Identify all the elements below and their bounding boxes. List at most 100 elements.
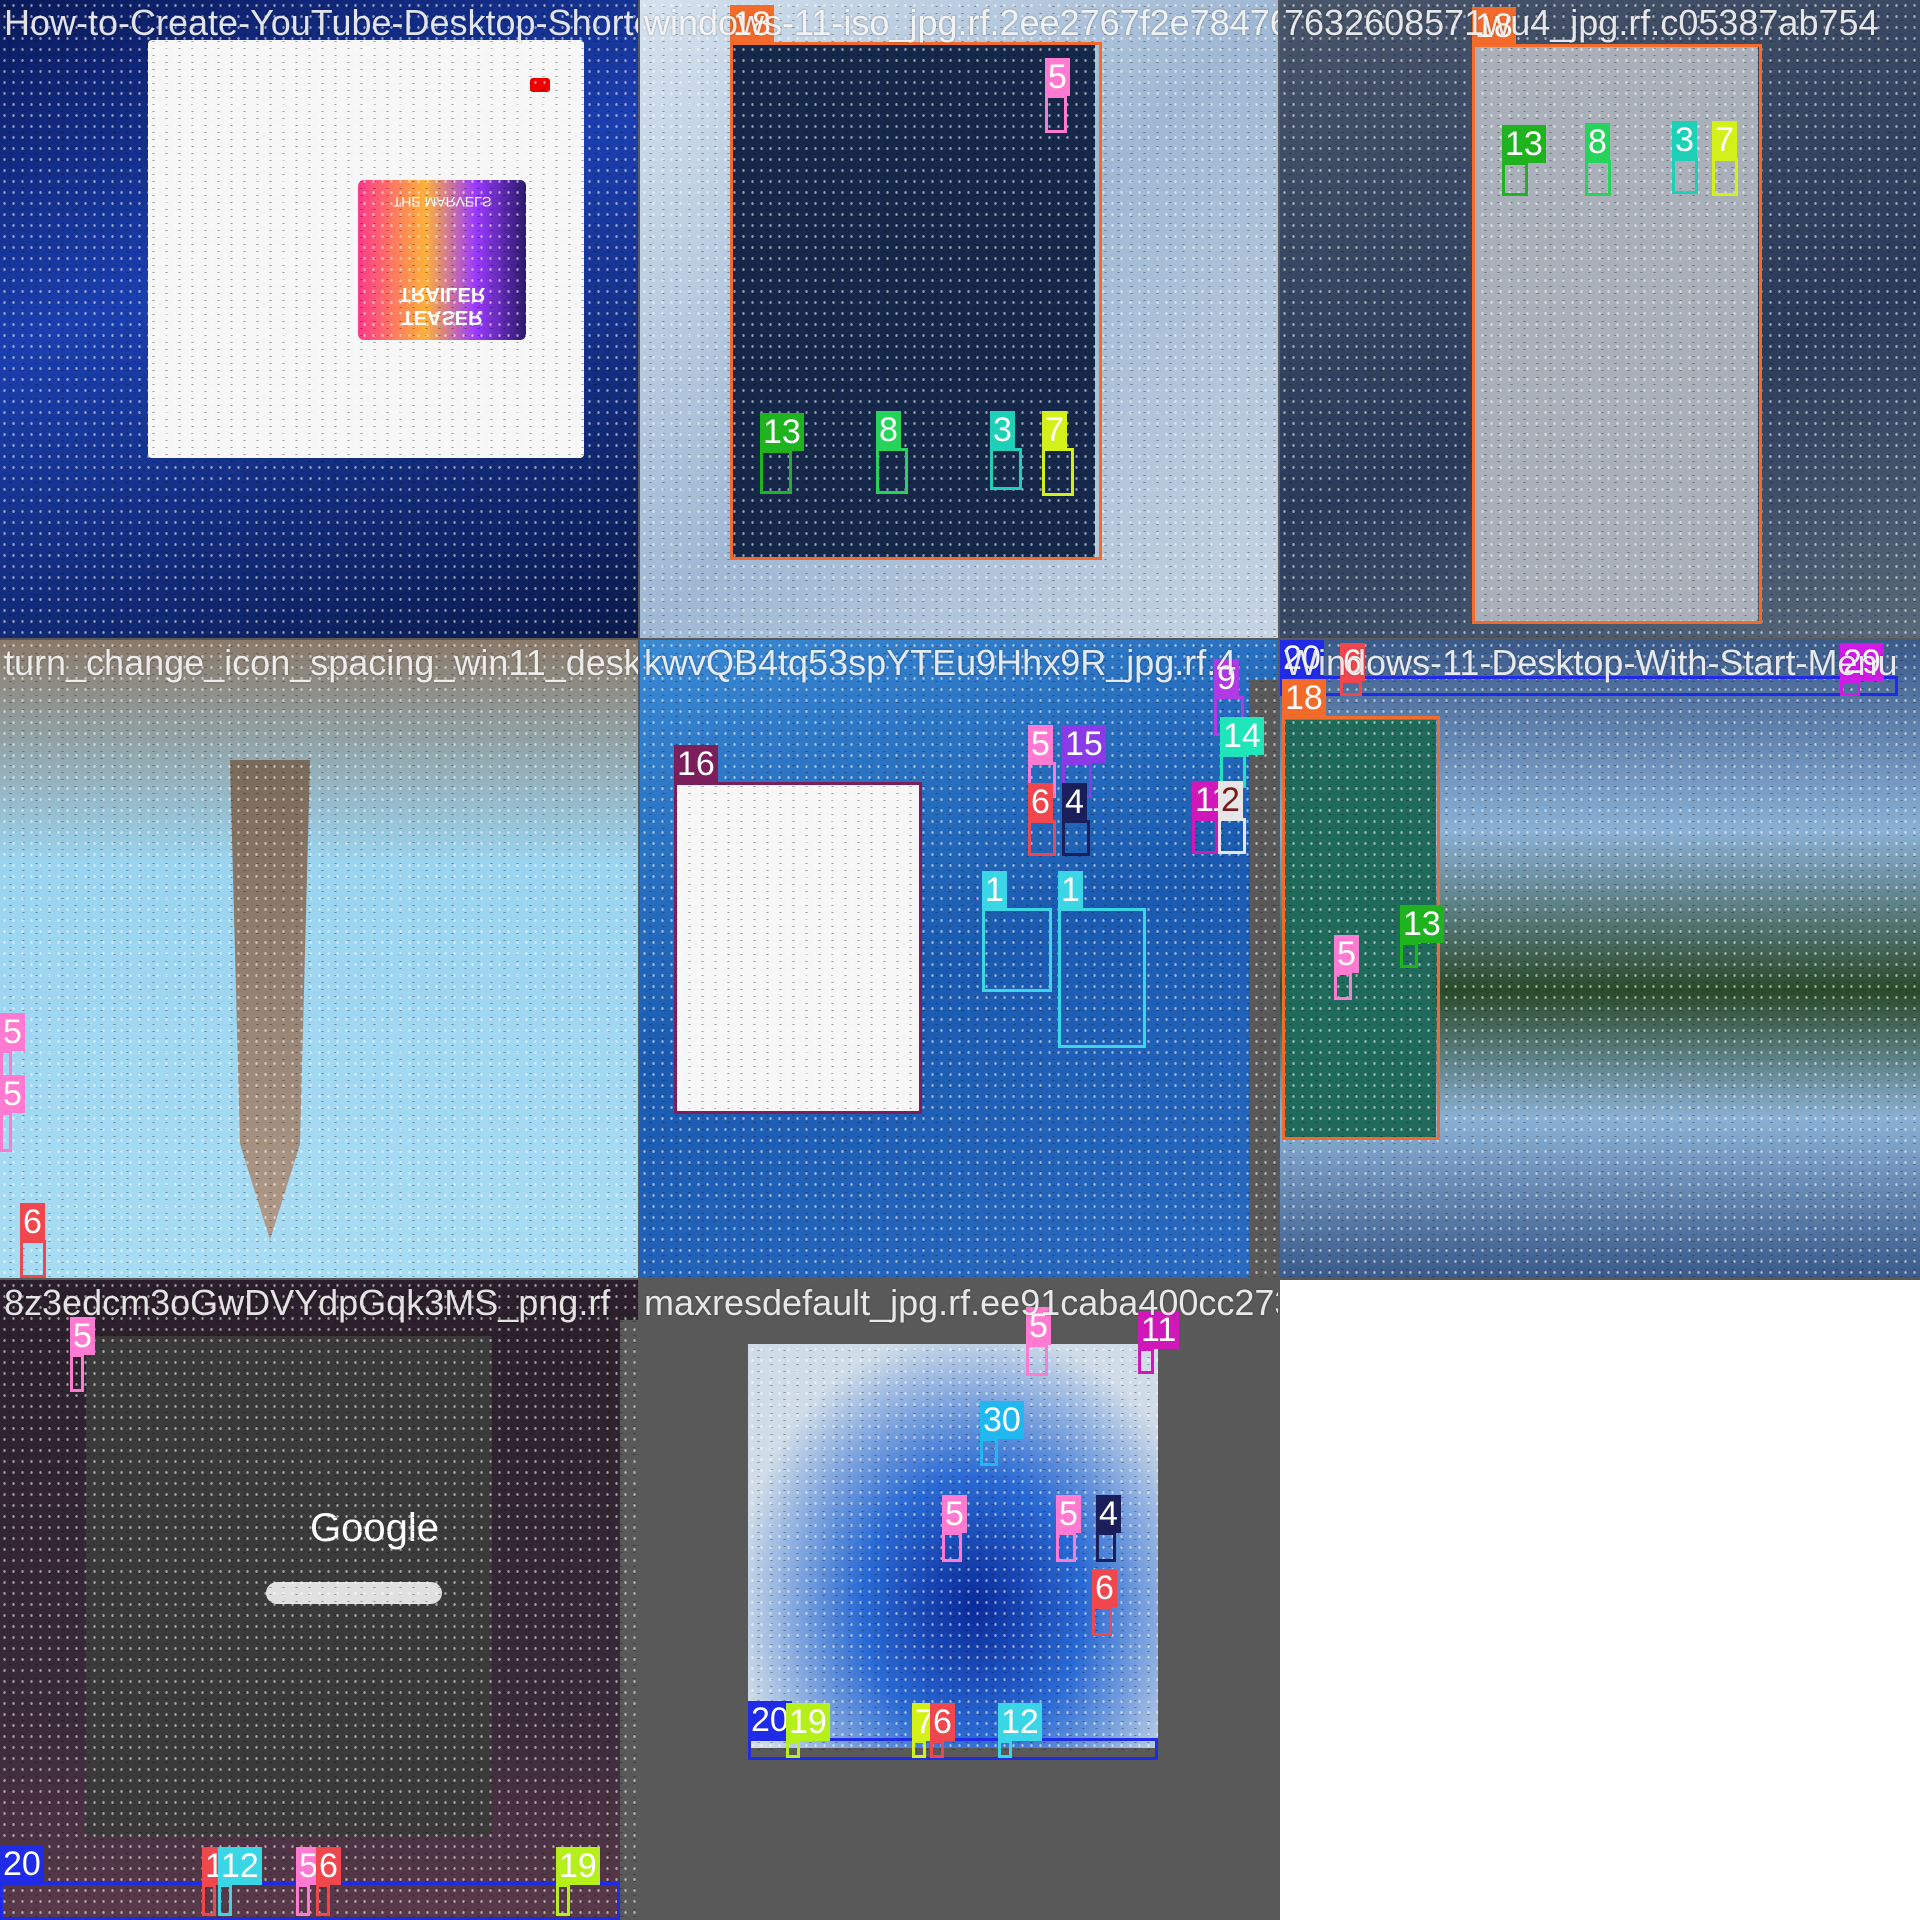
tile-title: turn_change_icon_spacing_win11_desktop [4, 642, 638, 683]
box-5-mid: 5 [942, 1495, 967, 1562]
box-5-right: 5 [1056, 1495, 1081, 1562]
box-3: 3 [1672, 121, 1698, 194]
box-30: 30 [980, 1401, 1024, 1466]
label-3: 3 [1672, 121, 1697, 159]
label-5: 5 [1334, 935, 1359, 973]
box-6: 6 [1092, 1569, 1117, 1636]
youtube-window: THE MARVELS TEASER TRAILER [148, 40, 584, 458]
tile-chrome-dark: 8z3edcm3oGwDVYdpGqk3MS_png.rf Google 5 2… [0, 1280, 638, 1920]
box-11: 11 [1138, 1311, 1180, 1374]
google-logo: Google [310, 1506, 439, 1550]
tile-title: 7632608571wu4_jpg.rf.c05387ab754 [1284, 2, 1879, 43]
label-14: 14 [1220, 717, 1264, 755]
label-5: 5 [942, 1495, 967, 1533]
poster-title: TEASER TRAILER [398, 283, 486, 328]
tile-win11-start-menu: Windows-11-Desktop-With-Start-Menu 20 6 … [1280, 640, 1920, 1278]
box-5-mid: 5 [0, 1075, 25, 1152]
label-15: 15 [1062, 725, 1106, 763]
label-6: 6 [930, 1703, 955, 1741]
tile-title: maxresdefault_jpg.rf.ee91caba400cc273de8 [644, 1282, 1278, 1323]
castle-tower [230, 760, 310, 1240]
box-20: 20 [748, 1701, 1158, 1760]
box-19: 19 [556, 1847, 600, 1916]
label-1: 1 [982, 871, 1007, 909]
label-3: 3 [990, 411, 1015, 449]
label-6: 6 [1092, 1569, 1117, 1607]
box-1a: 1 [982, 871, 1052, 992]
label-5: 5 [0, 1013, 25, 1051]
label-12: 12 [998, 1703, 1042, 1741]
label-18: 18 [1282, 679, 1326, 717]
box-5: 5 [1045, 58, 1070, 133]
box-7: 7 [1712, 121, 1738, 196]
tile-title: windows-11-iso_jpg.rf.2ee2767f2e78476226… [644, 2, 1278, 43]
label-5: 5 [0, 1075, 25, 1113]
tile-win7-desktop: kwvQB4tq53spYTEu9Hhx9R_jpg.rf.4 16 1 1 5… [640, 640, 1278, 1278]
poster-subtitle: THE MARVELS [392, 194, 492, 210]
box-11: 11 [1192, 781, 1234, 854]
box-7: 7 [1042, 411, 1074, 496]
label-13: 13 [1400, 905, 1444, 943]
label-16: 16 [674, 745, 718, 783]
tile-start-menu-light: 7632608571wu4_jpg.rf.c05387ab754 18 13 8… [1280, 0, 1920, 638]
label-4: 4 [1062, 783, 1087, 821]
right-strip [1250, 680, 1278, 1278]
label-4: 4 [1096, 1495, 1121, 1533]
box-1: 1 [202, 1847, 227, 1916]
label-13: 13 [1502, 125, 1546, 163]
label-7: 7 [1042, 411, 1067, 449]
label-5: 5 [1056, 1495, 1081, 1533]
box-20: 20 [0, 1845, 620, 1920]
label-1: 1 [1058, 871, 1083, 909]
box-1b: 1 [1058, 871, 1146, 1048]
box-8: 8 [1585, 123, 1611, 196]
box-6: 6 [316, 1847, 341, 1916]
label-6: 6 [316, 1847, 341, 1885]
box-16: 16 [674, 745, 922, 1114]
label-19: 19 [556, 1847, 600, 1885]
box-6: 6 [1028, 783, 1056, 856]
tile-title: Windows-11-Desktop-With-Start-Menu [1284, 642, 1898, 683]
youtube-logo-icon [530, 78, 550, 92]
label-8: 8 [1585, 123, 1610, 161]
box-7: 7 [912, 1703, 937, 1758]
right-strip [620, 1320, 638, 1920]
box-6: 6 [20, 1203, 46, 1278]
label-13: 13 [760, 413, 804, 451]
noise-overlay [0, 640, 638, 1278]
box-12: 12 [998, 1703, 1042, 1758]
label-8: 8 [876, 411, 901, 449]
tile-windows11-iso: windows-11-iso_jpg.rf.2ee2767f2e78476226… [640, 0, 1278, 638]
box-13: 13 [1400, 905, 1444, 968]
label-20: 20 [0, 1845, 44, 1883]
box-6-taskbar: 6 [930, 1703, 955, 1758]
box-4: 4 [1062, 783, 1090, 856]
tile-empty [1280, 1280, 1920, 1920]
label-7: 7 [1712, 121, 1737, 159]
search-box[interactable] [266, 1582, 442, 1604]
tile-icon-spacing: turn_change_icon_spacing_win11_desktop 5… [0, 640, 638, 1278]
label-30: 30 [980, 1401, 1024, 1439]
box-13: 13 [1502, 125, 1546, 196]
label-12: 12 [218, 1847, 262, 1885]
box-13: 13 [760, 413, 804, 494]
tile-maxres-desktop: maxresdefault_jpg.rf.ee91caba400cc273de8… [640, 1280, 1278, 1920]
label-5: 5 [1028, 725, 1053, 763]
box-5-top: 5 [1026, 1307, 1051, 1376]
tile-title: How-to-Create-YouTube-Desktop-Shortcut [4, 2, 638, 43]
label-6: 6 [20, 1203, 45, 1241]
label-19: 19 [786, 1703, 830, 1741]
box-5: 5 [1334, 935, 1359, 1000]
box-3: 3 [990, 411, 1022, 490]
box-19: 19 [786, 1703, 830, 1758]
tile-title: kwvQB4tq53spYTEu9Hhx9R_jpg.rf.4 [644, 642, 1237, 683]
box-12: 12 [218, 1847, 262, 1916]
movie-poster[interactable]: THE MARVELS TEASER TRAILER [358, 180, 526, 340]
box-8: 8 [876, 411, 908, 494]
tile-title: 8z3edcm3oGwDVYdpGqk3MS_png.rf [4, 1282, 611, 1323]
box-5: 5 [70, 1317, 95, 1392]
box-2: 2 [1218, 781, 1246, 854]
label-2: 2 [1218, 781, 1243, 819]
box-5-taskbar: 5 [296, 1847, 321, 1916]
box-4: 4 [1096, 1495, 1121, 1562]
